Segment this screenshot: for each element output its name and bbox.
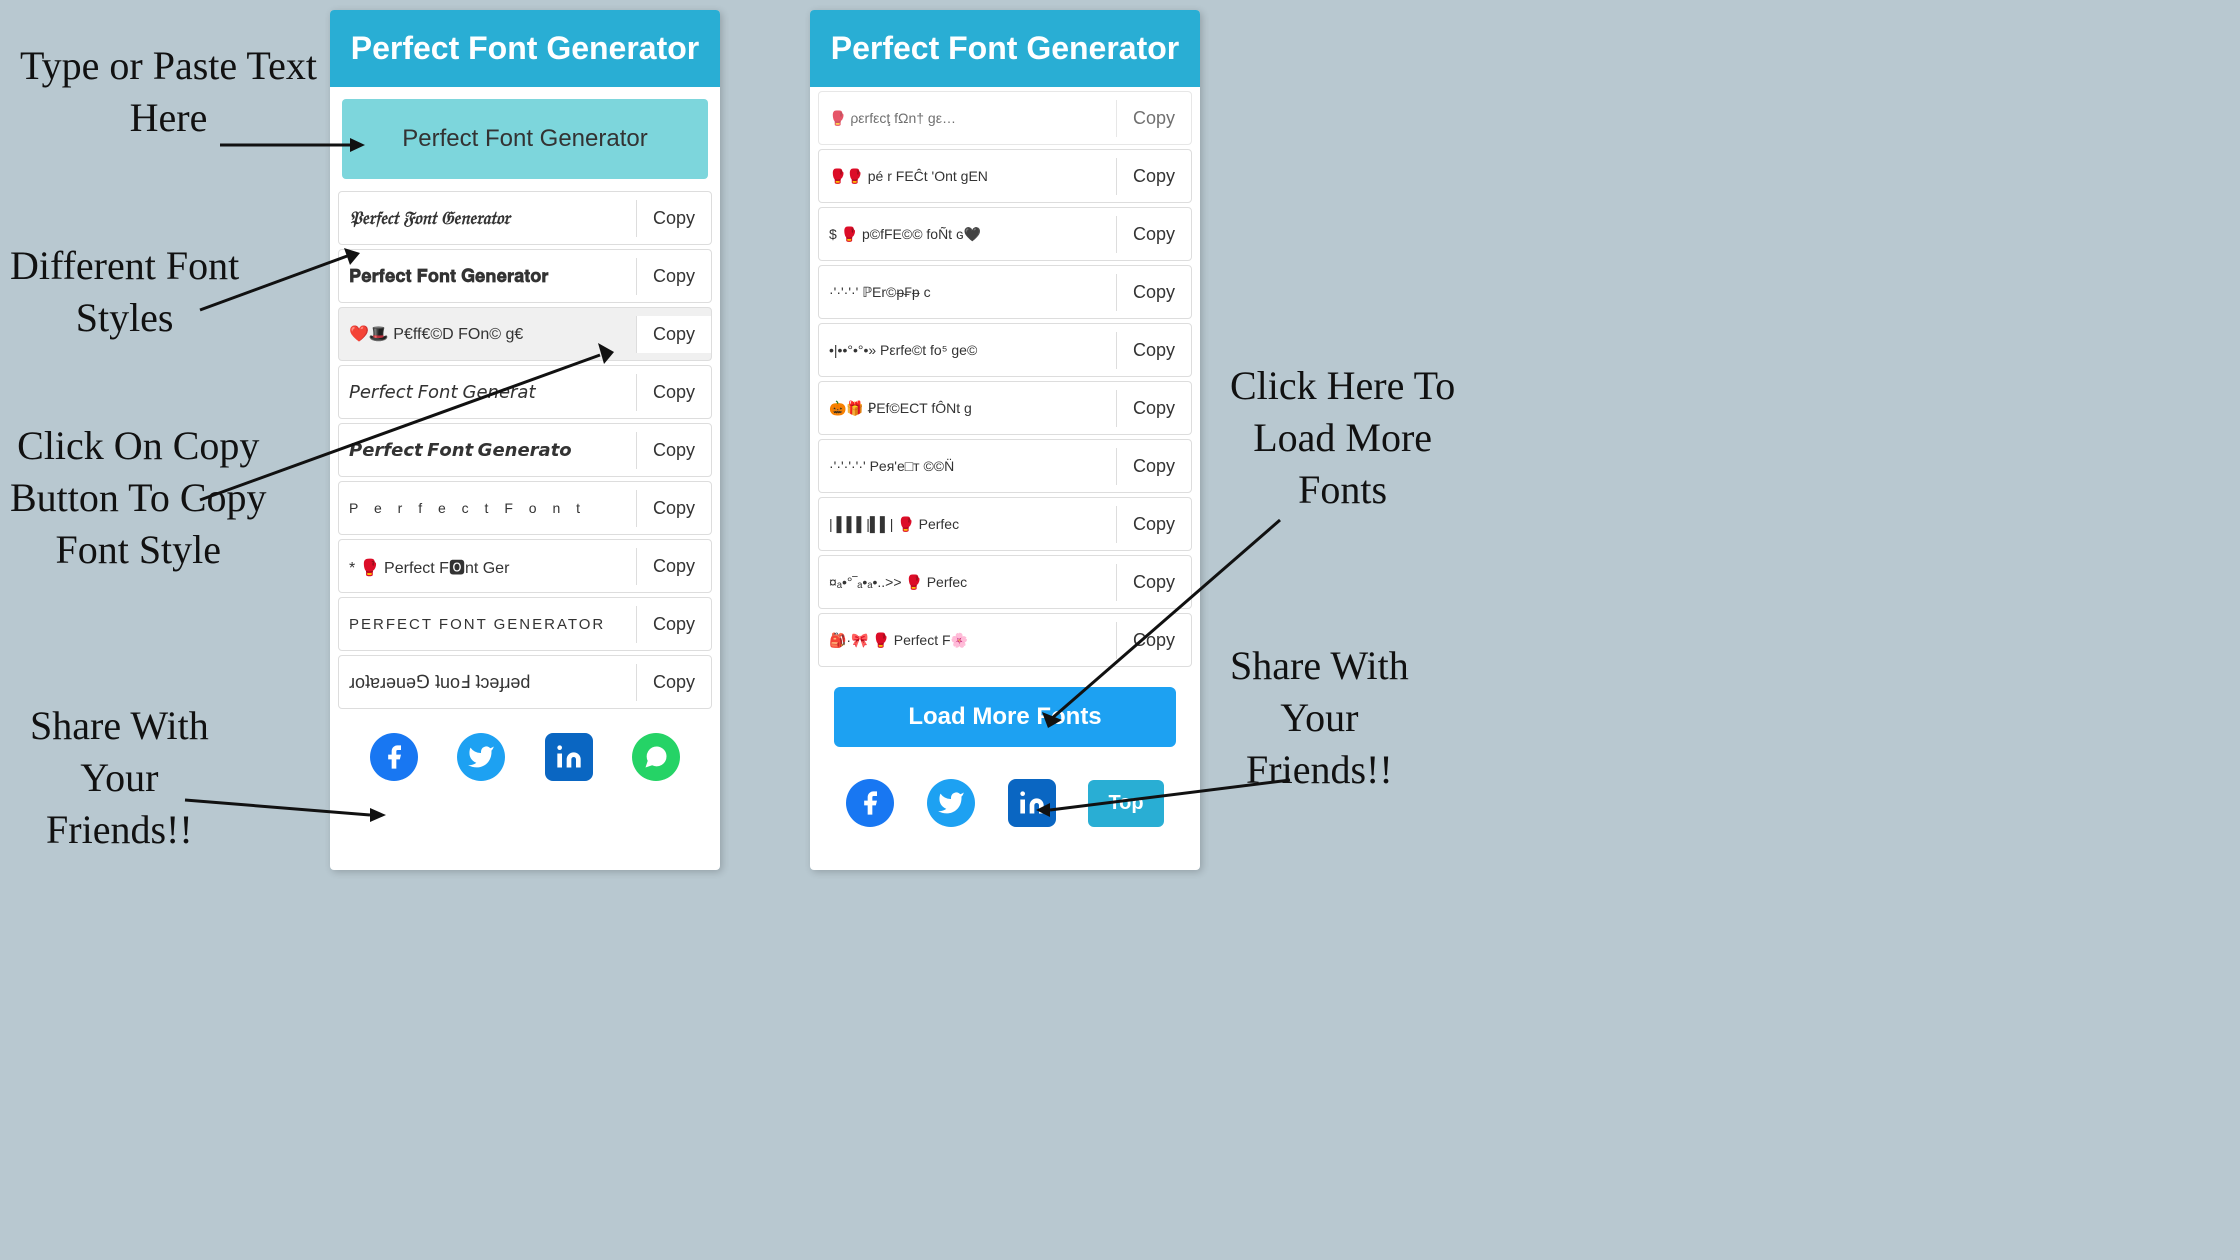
font-text-4: 𝘗𝘦𝘳𝘧𝘦𝘤𝘵 𝘍𝘰𝘯𝘵 𝘎𝘦𝘯𝘦𝘳𝘢𝘵 xyxy=(339,376,636,409)
annotation-share-left: Share WithYourFriends!! xyxy=(30,700,209,856)
right-font-text-6: ·'·'·'·'·' Pея'е□т ©©N̈ xyxy=(819,452,1116,480)
font-text-2: 𝐏𝐞𝐫𝐟𝐞𝐜𝐭 𝐅𝐨𝐧𝐭 𝐆𝐞𝐧𝐞𝐫𝐚𝐭𝐨𝐫 xyxy=(339,260,636,293)
right-copy-4[interactable]: Copy xyxy=(1116,332,1191,369)
font-row-2: 𝐏𝐞𝐫𝐟𝐞𝐜𝐭 𝐅𝐨𝐧𝐭 𝐆𝐞𝐧𝐞𝐫𝐚𝐭𝐨𝐫 Copy xyxy=(338,249,712,303)
font-row-5: 𝙋𝙚𝙧𝙛𝙚𝙘𝙩 𝙁𝙤𝙣𝙩 𝙂𝙚𝙣𝙚𝙧𝙖𝙩𝙤 Copy xyxy=(338,423,712,477)
right-font-row-3: ·'·'·'·' ℙEr©ᵽ₣ᵽ c Copy xyxy=(818,265,1192,319)
font-text-3: ❤️🎩 P€ff€©D FOn© g€ xyxy=(339,318,636,350)
linkedin-share-right[interactable] xyxy=(1008,779,1056,827)
load-more-button[interactable]: Load More Fonts xyxy=(834,687,1176,747)
top-button[interactable]: Top xyxy=(1088,780,1163,827)
right-copy-top[interactable]: Copy xyxy=(1116,100,1191,137)
right-copy-6[interactable]: Copy xyxy=(1116,448,1191,485)
right-font-row-1: 🥊🥊 pé r FEĈt 'Ont gEN Copy xyxy=(818,149,1192,203)
right-font-text-4: •|••°•°•» Pεrfe©t fo⁵ ge© xyxy=(819,336,1116,364)
font-row-6: P e r f e c t F o n t Copy xyxy=(338,481,712,535)
right-copy-2[interactable]: Copy xyxy=(1116,216,1191,253)
font-text-9: ɹoʇɐɹǝuǝ⅁ ʇuoℲ ʇɔǝɟɹǝd xyxy=(339,666,636,699)
annotation-diff-fonts: Different FontStyles xyxy=(10,240,239,344)
left-panel-header: Perfect Font Generator xyxy=(330,10,720,87)
right-phone-panel: Perfect Font Generator 🥊 ρεrfεcţ fΩn† gε… xyxy=(810,10,1200,870)
copy-button-9[interactable]: Copy xyxy=(636,664,711,701)
text-input[interactable]: Perfect Font Generator xyxy=(342,99,708,179)
whatsapp-share-left[interactable] xyxy=(632,733,680,781)
right-font-text-3: ·'·'·'·' ℙEr©ᵽ₣ᵽ c xyxy=(819,278,1116,307)
right-copy-7[interactable]: Copy xyxy=(1116,506,1191,543)
linkedin-share-left[interactable] xyxy=(545,733,593,781)
right-font-row-6: ·'·'·'·'·' Pея'е□т ©©N̈ Copy xyxy=(818,439,1192,493)
font-row-7: * 🥊 Perfect F🅾nt Ger Copy xyxy=(338,539,712,593)
right-panel-header: Perfect Font Generator xyxy=(810,10,1200,87)
right-font-text-top: 🥊 ρεrfεcţ fΩn† gε… xyxy=(819,104,1116,133)
right-font-text-7: | ▌▌▌|▌▌| 🥊 Perfec xyxy=(819,510,1116,539)
right-copy-9[interactable]: Copy xyxy=(1116,622,1191,659)
copy-button-3[interactable]: Copy xyxy=(636,316,711,353)
left-social-bar xyxy=(330,717,720,797)
right-font-row-top: 🥊 ρεrfεcţ fΩn† gε… Copy xyxy=(818,91,1192,145)
font-text-6: P e r f e c t F o n t xyxy=(339,494,636,522)
right-copy-5[interactable]: Copy xyxy=(1116,390,1191,427)
font-text-8: PERFECT FONT GENERATOR xyxy=(339,610,636,639)
right-copy-3[interactable]: Copy xyxy=(1116,274,1191,311)
copy-button-4[interactable]: Copy xyxy=(636,374,711,411)
right-font-text-9: 🎒·🎀 🥊 Perfect F🌸 xyxy=(819,626,1116,655)
right-bottom-bar: Top xyxy=(810,767,1200,839)
copy-button-7[interactable]: Copy xyxy=(636,548,711,585)
right-font-text-2: $ 🥊 p©fFE©© foÑt ɢ🖤 xyxy=(819,220,1116,249)
right-font-row-8: ¤ₐ•°‾ₐ•ₐ•..>> 🥊 Perfec Copy xyxy=(818,555,1192,609)
right-font-row-5: 🎃🎁 ꝐEf©ECT fÔNt g Copy xyxy=(818,381,1192,435)
left-phone-panel: Perfect Font Generator Perfect Font Gene… xyxy=(330,10,720,870)
annotation-click-copy: Click On CopyButton To CopyFont Style xyxy=(10,420,267,576)
annotation-load-more: Click Here ToLoad MoreFonts xyxy=(1230,360,1455,516)
right-copy-8[interactable]: Copy xyxy=(1116,564,1191,601)
twitter-share-right[interactable] xyxy=(927,779,975,827)
right-font-row-4: •|••°•°•» Pεrfe©t fo⁵ ge© Copy xyxy=(818,323,1192,377)
font-row-4: 𝘗𝘦𝘳𝘧𝘦𝘤𝘵 𝘍𝘰𝘯𝘵 𝘎𝘦𝘯𝘦𝘳𝘢𝘵 Copy xyxy=(338,365,712,419)
annotation-share-right: Share WithYourFriends!! xyxy=(1230,640,1409,796)
copy-button-1[interactable]: Copy xyxy=(636,200,711,237)
right-font-text-5: 🎃🎁 ꝐEf©ECT fÔNt g xyxy=(819,394,1116,423)
copy-button-2[interactable]: Copy xyxy=(636,258,711,295)
facebook-share-left[interactable] xyxy=(370,733,418,781)
right-font-row-2: $ 🥊 p©fFE©© foÑt ɢ🖤 Copy xyxy=(818,207,1192,261)
right-font-row-7: | ▌▌▌|▌▌| 🥊 Perfec Copy xyxy=(818,497,1192,551)
font-text-1: 𝔓𝔢𝔯𝔣𝔢𝔠𝔱 𝔉𝔬𝔫𝔱 𝔊𝔢𝔫𝔢𝔯𝔞𝔱𝔬𝔯 xyxy=(339,202,636,235)
right-font-text-8: ¤ₐ•°‾ₐ•ₐ•..>> 🥊 Perfec xyxy=(819,568,1116,597)
font-text-5: 𝙋𝙚𝙧𝙛𝙚𝙘𝙩 𝙁𝙤𝙣𝙩 𝙂𝙚𝙣𝙚𝙧𝙖𝙩𝙤 xyxy=(339,434,636,467)
copy-button-8[interactable]: Copy xyxy=(636,606,711,643)
facebook-share-right[interactable] xyxy=(846,779,894,827)
right-font-text-1: 🥊🥊 pé r FEĈt 'Ont gEN xyxy=(819,162,1116,191)
font-row-9: ɹoʇɐɹǝuǝ⅁ ʇuoℲ ʇɔǝɟɹǝd Copy xyxy=(338,655,712,709)
right-font-row-9: 🎒·🎀 🥊 Perfect F🌸 Copy xyxy=(818,613,1192,667)
font-row-3: ❤️🎩 P€ff€©D FOn© g€ Copy xyxy=(338,307,712,361)
annotation-type-paste: Type or Paste TextHere xyxy=(20,40,317,144)
font-text-7: * 🥊 Perfect F🅾nt Ger xyxy=(339,548,636,584)
copy-button-5[interactable]: Copy xyxy=(636,432,711,469)
font-row-1: 𝔓𝔢𝔯𝔣𝔢𝔠𝔱 𝔉𝔬𝔫𝔱 𝔊𝔢𝔫𝔢𝔯𝔞𝔱𝔬𝔯 Copy xyxy=(338,191,712,245)
twitter-share-left[interactable] xyxy=(457,733,505,781)
copy-button-6[interactable]: Copy xyxy=(636,490,711,527)
right-copy-1[interactable]: Copy xyxy=(1116,158,1191,195)
font-row-8: PERFECT FONT GENERATOR Copy xyxy=(338,597,712,651)
